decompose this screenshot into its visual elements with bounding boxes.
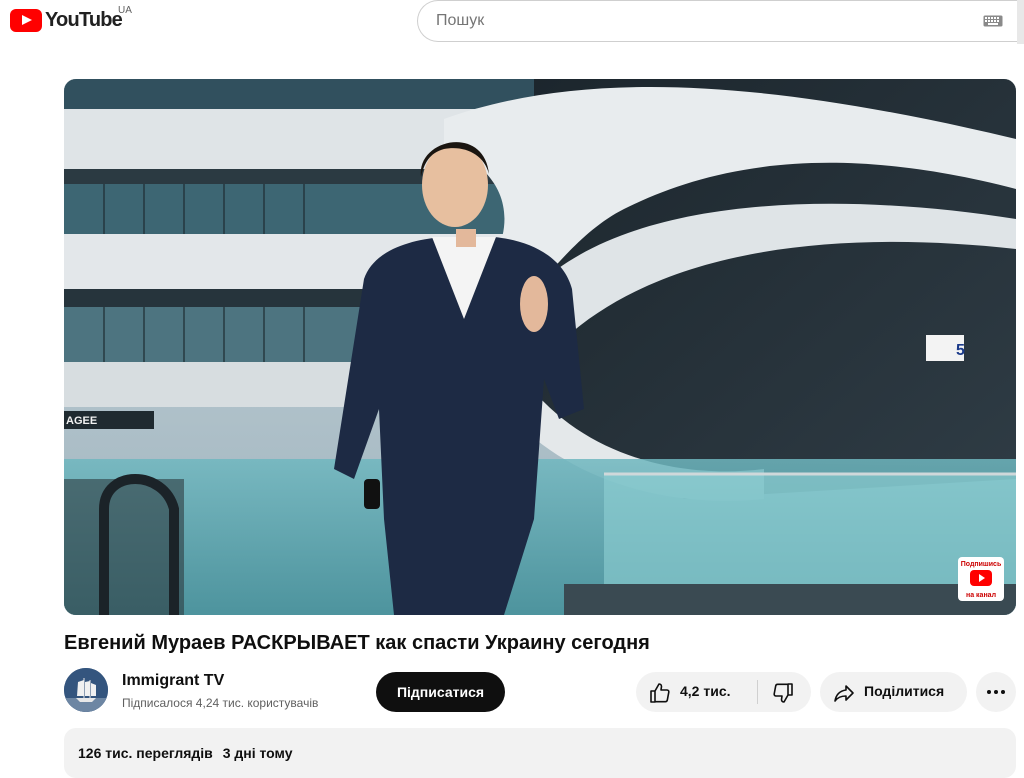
youtube-play-icon bbox=[10, 9, 42, 32]
channel-avatar[interactable] bbox=[64, 668, 108, 712]
region-code: UA bbox=[118, 5, 132, 16]
subscriber-count: Підписалося 4,24 тис. користувачів bbox=[122, 696, 319, 710]
video-frame: 5 AGEE bbox=[64, 79, 1016, 615]
subscribe-overlay-badge[interactable]: Подпишись на канал bbox=[958, 557, 1004, 601]
more-actions-button[interactable] bbox=[976, 672, 1016, 712]
like-count: 4,2 тис. bbox=[680, 683, 731, 699]
dislike-button[interactable] bbox=[758, 672, 811, 712]
search-box[interactable] bbox=[417, 0, 1017, 42]
svg-text:Подпишись: Подпишись bbox=[961, 561, 1002, 568]
thumbs-down-icon bbox=[773, 683, 793, 703]
ship-icon bbox=[64, 668, 108, 712]
like-dislike-group: 4,2 тис. bbox=[636, 672, 811, 712]
scrollbar[interactable] bbox=[1017, 0, 1024, 44]
search-input[interactable] bbox=[436, 11, 936, 31]
scene-sign: AGEE bbox=[66, 415, 97, 427]
svg-text:на канал: на канал bbox=[966, 592, 996, 599]
share-button[interactable]: Поділитися bbox=[820, 672, 967, 712]
youtube-logo[interactable]: YouTube bbox=[10, 9, 123, 32]
view-count: 126 тис. переглядів bbox=[78, 745, 213, 761]
video-title: Евгений Мураев РАСКРЫВАЕТ как спасти Укр… bbox=[64, 632, 650, 654]
upload-date: 3 дні тому bbox=[222, 745, 293, 761]
masthead: YouTube UA bbox=[0, 0, 1024, 44]
svg-text:5: 5 bbox=[956, 342, 965, 359]
share-label: Поділитися bbox=[864, 683, 945, 699]
logo-text: YouTube bbox=[45, 9, 123, 31]
description-box[interactable]: 126 тис. переглядів 3 дні тому bbox=[64, 728, 1016, 778]
keyboard-icon[interactable] bbox=[983, 15, 1003, 27]
video-stats: 126 тис. переглядів 3 дні тому bbox=[78, 745, 292, 761]
more-horizontal-icon bbox=[987, 690, 1005, 694]
channel-name[interactable]: Immigrant TV bbox=[122, 672, 224, 690]
video-player[interactable]: 5 AGEE Подпишись на канал bbox=[64, 79, 1016, 615]
share-arrow-icon bbox=[834, 685, 854, 702]
thumbs-up-icon bbox=[650, 683, 670, 703]
like-button[interactable]: 4,2 тис. bbox=[636, 672, 757, 712]
subscribe-button[interactable]: Підписатися bbox=[376, 672, 505, 712]
